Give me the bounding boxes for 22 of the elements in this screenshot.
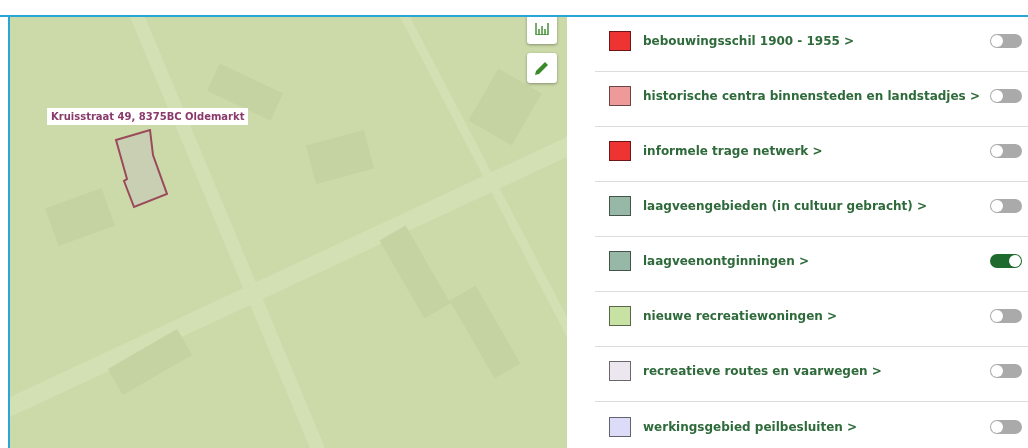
layer-toggle[interactable]	[990, 144, 1022, 158]
layer-toggle[interactable]	[990, 419, 1022, 434]
layer-toggle[interactable]	[990, 309, 1022, 323]
layer-toggle[interactable]	[990, 199, 1022, 213]
layer-link[interactable]: historische centra binnensteden en landstadjes >	[643, 89, 990, 103]
ruler-icon	[535, 23, 549, 35]
measure-button[interactable]	[527, 17, 557, 44]
layer-toggle[interactable]	[990, 34, 1022, 48]
layer-link[interactable]: nieuwe recreatiewoningen >	[643, 309, 990, 323]
draw-button[interactable]	[527, 53, 557, 83]
layer-link[interactable]: bebouwingsschil 1900 - 1955 >	[643, 34, 990, 48]
layer-toggle[interactable]	[990, 364, 1022, 378]
layer-link[interactable]: werkingsgebied peilbesluiten >	[643, 419, 990, 434]
layer-link[interactable]: recreatieve routes en vaarwegen >	[643, 364, 990, 378]
pencil-icon	[534, 60, 550, 76]
layer-toggle[interactable]	[990, 89, 1022, 103]
layer-link[interactable]: informele trage netwerk >	[643, 144, 990, 158]
address-label: Kruisstraat 49, 8375BC Oldemarkt	[47, 108, 249, 125]
layer-link[interactable]: laagveengebieden (in cultuur gebracht) >	[643, 199, 990, 213]
layer-link[interactable]: laagveenontginningen >	[643, 254, 990, 268]
map-panel[interactable]: Kruisstraat 49, 8375BC Oldemarkt	[8, 17, 567, 448]
layer-toggle[interactable]	[990, 254, 1022, 268]
